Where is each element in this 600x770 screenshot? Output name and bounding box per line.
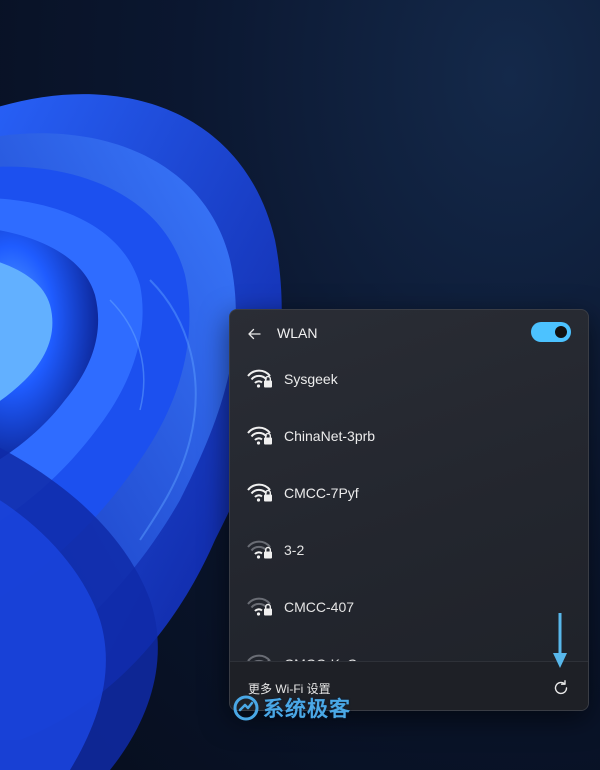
- wifi-secured-icon: [247, 426, 272, 445]
- wlan-toggle[interactable]: [531, 322, 571, 342]
- network-list: Sysgeek ChinaNet-3prb CMCC-7Pyf 3-2 CMCC…: [230, 350, 588, 692]
- back-button[interactable]: [242, 322, 266, 346]
- wlan-flyout-panel: WLAN Sysgeek ChinaNet-3prb CMCC-7Pyf 3-2…: [229, 309, 589, 711]
- panel-title: WLAN: [277, 325, 318, 341]
- network-name: 3-2: [284, 542, 305, 558]
- watermark: 系统极客: [233, 693, 351, 723]
- network-item-sysgeek[interactable]: Sysgeek: [230, 350, 588, 407]
- wifi-secured-icon: [247, 483, 272, 502]
- wifi-secured-icon: [247, 369, 272, 388]
- network-item-cmcc-407[interactable]: CMCC-407: [230, 578, 588, 635]
- wifi-weak-secured-icon: [247, 597, 272, 616]
- network-item-cmcc-7pyf[interactable]: CMCC-7Pyf: [230, 464, 588, 521]
- network-name: CMCC-7Pyf: [284, 485, 359, 501]
- network-item-chinanet-3prb[interactable]: ChinaNet-3prb: [230, 407, 588, 464]
- network-name: ChinaNet-3prb: [284, 428, 376, 444]
- toggle-knob: [555, 326, 567, 338]
- network-name: Sysgeek: [284, 371, 338, 387]
- arrow-left-icon: [248, 328, 261, 340]
- watermark-logo-icon: [233, 695, 259, 721]
- network-name: CMCC-407: [284, 599, 355, 615]
- refresh-icon: [554, 680, 568, 695]
- wifi-weak-secured-icon: [247, 540, 272, 559]
- watermark-text: 系统极客: [263, 698, 351, 721]
- refresh-button[interactable]: [550, 677, 572, 699]
- arrow-down-annotation-icon: [553, 613, 567, 668]
- network-item-3-2[interactable]: 3-2: [230, 521, 588, 578]
